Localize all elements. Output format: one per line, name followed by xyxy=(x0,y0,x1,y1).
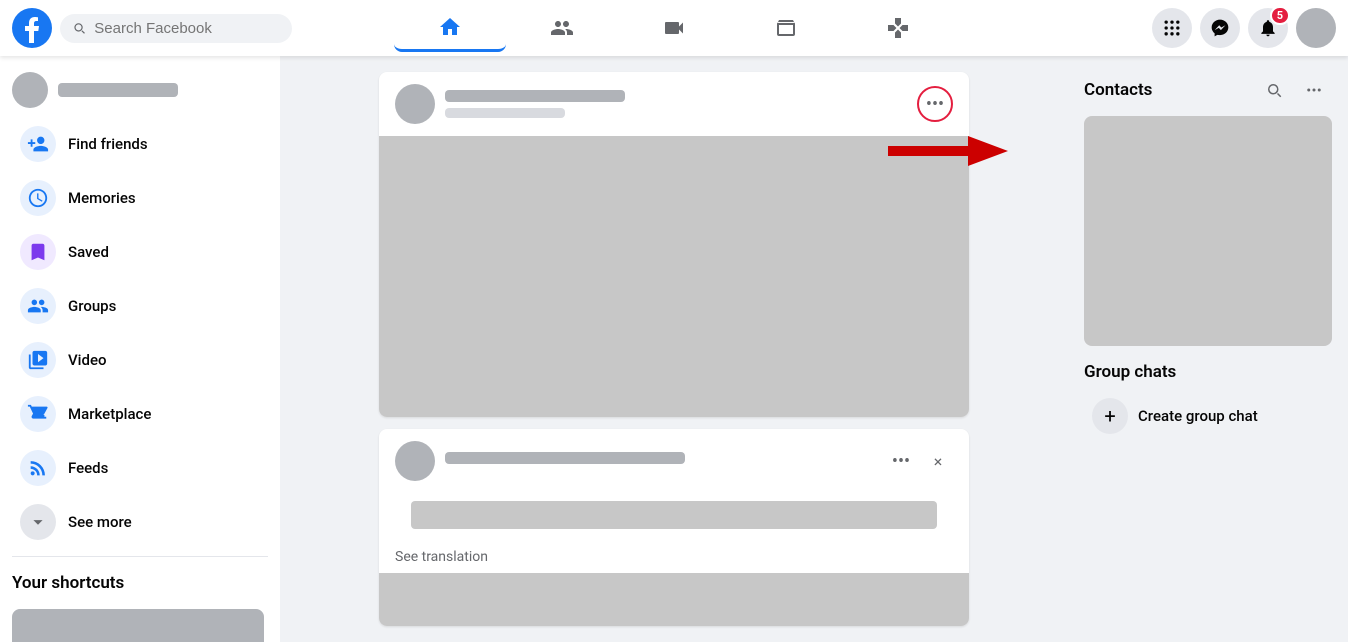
post-2-header: ••• × xyxy=(379,429,969,493)
sidebar-item-memories[interactable]: Memories xyxy=(8,172,272,224)
friends-icon xyxy=(550,16,574,40)
groups-icon xyxy=(20,288,56,324)
sidebar-label-find-friends: Find friends xyxy=(68,135,148,153)
saved-icon xyxy=(20,234,56,270)
nav-home[interactable] xyxy=(394,4,506,52)
left-sidebar: Find friends Memories Saved Groups Video xyxy=(0,56,280,642)
video-icon xyxy=(662,16,686,40)
post-1-avatar xyxy=(395,84,435,124)
nav-center xyxy=(292,4,1056,52)
post-2-avatar xyxy=(395,441,435,481)
sidebar-item-see-more[interactable]: See more xyxy=(8,496,272,548)
post-card-2: ••• × See translation xyxy=(379,429,969,626)
nav-marketplace[interactable] xyxy=(730,4,842,52)
sidebar-label-saved: Saved xyxy=(68,243,109,261)
search-input[interactable] xyxy=(94,20,280,37)
search-bar[interactable] xyxy=(60,14,292,43)
sidebar-user-name xyxy=(58,83,178,97)
post-2-name xyxy=(445,452,685,464)
memories-icon xyxy=(20,180,56,216)
search-icon xyxy=(72,20,86,36)
nav-gaming[interactable] xyxy=(842,4,954,52)
facebook-logo[interactable] xyxy=(12,8,52,48)
create-group-label: Create group chat xyxy=(1138,407,1258,425)
contacts-title: Contacts xyxy=(1084,80,1152,100)
post-1-actions: ••• xyxy=(917,86,953,122)
post-1-header-left xyxy=(395,84,625,124)
create-group-button[interactable]: + Create group chat xyxy=(1084,390,1332,442)
post-2-text xyxy=(411,501,937,529)
post-2-meta xyxy=(445,452,685,470)
post-1-more-button[interactable]: ••• xyxy=(917,86,953,122)
marketplace-sidebar-icon xyxy=(20,396,56,432)
user-avatar[interactable] xyxy=(1296,8,1336,48)
post-1-image xyxy=(379,136,969,417)
nav-right: 5 xyxy=(1056,8,1336,48)
sidebar-label-marketplace: Marketplace xyxy=(68,405,151,423)
sidebar-item-find-friends[interactable]: Find friends xyxy=(8,118,272,170)
post-card-1: ••• Like Comment xyxy=(379,72,969,417)
feed-area: ••• Like Comment xyxy=(280,56,1068,642)
contacts-more-button[interactable] xyxy=(1296,72,1332,108)
home-icon xyxy=(438,15,462,39)
plus-icon: + xyxy=(1092,398,1128,434)
nav-friends[interactable] xyxy=(506,4,618,52)
post-2-header-left xyxy=(395,441,685,481)
sidebar-label-feeds: Feeds xyxy=(68,459,108,477)
notifications-button[interactable]: 5 xyxy=(1248,8,1288,48)
apps-icon xyxy=(1162,18,1182,38)
contacts-header: Contacts xyxy=(1084,72,1332,108)
sidebar-divider xyxy=(12,556,268,557)
post-1-sub xyxy=(445,108,565,118)
group-chats-section: Group chats + Create group chat xyxy=(1084,362,1332,442)
contacts-search-icon xyxy=(1265,81,1283,99)
messenger-button[interactable] xyxy=(1200,8,1240,48)
marketplace-icon xyxy=(774,16,798,40)
post-2-close-button[interactable]: × xyxy=(923,446,953,476)
sidebar-label-groups: Groups xyxy=(68,297,116,315)
post-1-header: ••• xyxy=(379,72,969,136)
find-friends-icon xyxy=(20,126,56,162)
contacts-actions xyxy=(1256,72,1332,108)
group-chats-title: Group chats xyxy=(1084,362,1332,382)
shortcuts-title: Your shortcuts xyxy=(0,565,280,601)
sidebar-label-memories: Memories xyxy=(68,189,136,207)
notifications-badge: 5 xyxy=(1270,6,1290,25)
video-sidebar-icon xyxy=(20,342,56,378)
apps-button[interactable] xyxy=(1152,8,1192,48)
shortcut-thumbnail xyxy=(12,609,264,642)
see-more-icon xyxy=(20,504,56,540)
right-sidebar: Contacts Group chats + Create group chat xyxy=(1068,56,1348,642)
post-2-body xyxy=(379,501,969,545)
post-2-more-button[interactable]: ••• xyxy=(883,443,919,479)
post-2-header-actions: ••• × xyxy=(883,443,953,479)
gaming-icon xyxy=(886,16,910,40)
sidebar-user-profile[interactable] xyxy=(0,64,280,116)
contacts-search-button[interactable] xyxy=(1256,72,1292,108)
top-navigation: 5 xyxy=(0,0,1348,56)
post-1-meta xyxy=(445,90,625,118)
sidebar-label-see-more: See more xyxy=(68,513,132,531)
sidebar-item-video[interactable]: Video xyxy=(8,334,272,386)
sidebar-item-groups[interactable]: Groups xyxy=(8,280,272,332)
feeds-icon xyxy=(20,450,56,486)
post-2-image xyxy=(379,573,969,626)
post-1-name xyxy=(445,90,625,102)
see-translation-button[interactable]: See translation xyxy=(379,545,969,573)
nav-video[interactable] xyxy=(618,4,730,52)
messenger-icon xyxy=(1210,18,1230,38)
nav-left xyxy=(12,8,292,48)
sidebar-item-marketplace[interactable]: Marketplace xyxy=(8,388,272,440)
main-layout: Find friends Memories Saved Groups Video xyxy=(0,56,1348,642)
contacts-placeholder xyxy=(1084,116,1332,346)
sidebar-user-avatar xyxy=(12,72,48,108)
contacts-more-icon xyxy=(1305,81,1323,99)
sidebar-item-saved[interactable]: Saved xyxy=(8,226,272,278)
sidebar-label-video: Video xyxy=(68,351,107,369)
sidebar-item-feeds[interactable]: Feeds xyxy=(8,442,272,494)
